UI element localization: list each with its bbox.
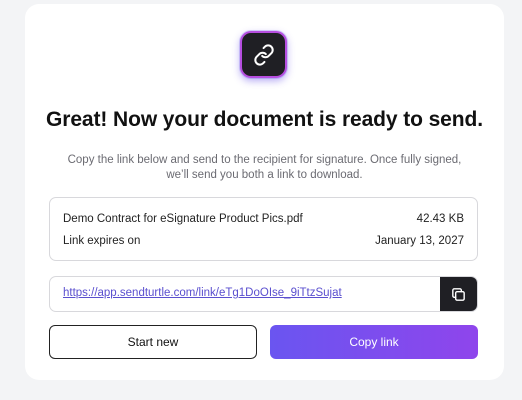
document-file-row: Demo Contract for eSignature Product Pic… bbox=[63, 213, 464, 225]
document-size: 42.43 KB bbox=[416, 213, 464, 225]
document-filename: Demo Contract for eSignature Product Pic… bbox=[63, 213, 303, 225]
link-expiry-row: Link expires on January 13, 2027 bbox=[63, 235, 464, 247]
link-expires-label: Link expires on bbox=[63, 235, 141, 247]
document-info-box: Demo Contract for eSignature Product Pic… bbox=[49, 197, 478, 261]
link-expires-date: January 13, 2027 bbox=[375, 235, 464, 247]
page-title: Great! Now your document is ready to sen… bbox=[46, 108, 483, 131]
link-icon bbox=[253, 43, 274, 66]
share-card: Great! Now your document is ready to sen… bbox=[25, 4, 504, 380]
share-link-url[interactable]: https://app.sendturtle.com/link/eTg1DoOI… bbox=[63, 287, 342, 299]
page-subtitle: Copy the link below and send to the reci… bbox=[67, 154, 462, 181]
share-link-field: https://app.sendturtle.com/link/eTg1DoOI… bbox=[49, 276, 478, 312]
start-new-button[interactable]: Start new bbox=[49, 325, 257, 359]
copy-icon bbox=[452, 287, 465, 301]
copy-link-button[interactable]: Copy link bbox=[270, 325, 478, 359]
link-icon-badge bbox=[240, 31, 287, 78]
copy-link-icon-button[interactable] bbox=[440, 277, 477, 311]
